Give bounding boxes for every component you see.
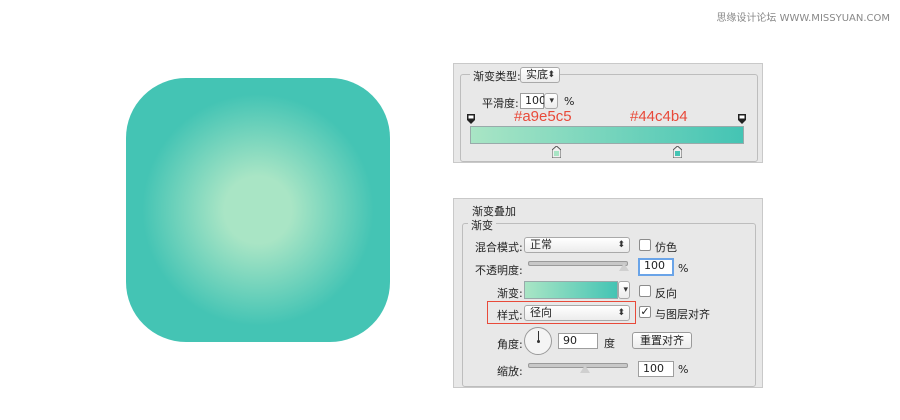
opacity-slider[interactable] [528,261,628,266]
scale-slider[interactable] [528,363,628,368]
scale-input[interactable]: 100 [638,361,674,377]
select-arrows-icon: ⬍ [617,240,625,250]
opacity-percent: % [678,262,689,275]
angle-input[interactable]: 90 [558,333,598,349]
opacity-label: 不透明度: [475,264,523,277]
start-color-hex: #a9e5c5 [514,108,572,125]
select-arrows-icon: ⬍ [617,308,625,318]
gradient-type-select[interactable]: 实底 ⬍ [520,67,560,83]
gradient-label: 渐变: [497,287,523,300]
angle-dial-center [537,340,540,343]
select-arrows-icon: ⬍ [547,70,555,80]
scale-percent: % [678,363,689,376]
blend-mode-label: 混合模式: [475,241,523,254]
watermark: 思缘设计论坛 WWW.MISSYUAN.COM [716,13,890,24]
align-layer-checkbox[interactable]: ✓ [639,306,651,318]
color-stop-start-icon[interactable] [552,146,561,158]
checkmark-icon: ✓ [640,305,650,318]
opacity-stop-left-icon[interactable] [467,114,475,124]
smoothness-dropdown[interactable]: ▾ [544,93,558,109]
gradient-overlay-panel: 渐变叠加 渐变 混合模式: 正常 ⬍ 仿色 不透明度: 100 % 渐变: ▾ … [453,198,763,388]
smoothness-input[interactable]: 100 [520,93,546,109]
align-layer-label: 与图层对齐 [655,308,710,321]
reverse-checkbox[interactable] [639,285,651,297]
scale-label: 缩放: [497,365,523,378]
angle-label: 角度: [497,338,523,351]
gradient-ramp[interactable] [470,126,744,144]
reset-alignment-button[interactable]: 重置对齐 [632,332,692,349]
opacity-input[interactable]: 100 [638,258,674,276]
angle-dial[interactable] [524,327,552,355]
scale-slider-knob[interactable] [580,365,590,373]
dither-checkbox[interactable] [639,239,651,251]
style-value: 径向 [530,306,552,319]
angle-unit: 度 [604,337,615,350]
opacity-stop-right-icon[interactable] [738,114,746,124]
blend-mode-value: 正常 [530,238,552,251]
color-stop-end-icon[interactable] [673,146,682,158]
opacity-slider-knob[interactable] [619,263,629,271]
style-label: 样式: [497,309,523,322]
style-select[interactable]: 径向 ⬍ [524,305,630,321]
gradient-type-group [460,74,758,162]
gradient-picker[interactable] [524,281,618,299]
end-color-hex: #44c4b4 [630,108,688,125]
gradient-editor-panel: 渐变类型: 实底 ⬍ 平滑度: 100 ▾ % #a9e5c5 #44c4b4 [453,63,763,163]
blend-mode-select[interactable]: 正常 ⬍ [524,237,630,253]
gradient-type-value: 实底 [526,68,548,81]
gradient-picker-dropdown[interactable]: ▾ [618,281,630,299]
gradient-section-label: 渐变 [468,217,496,233]
app-icon-preview [126,78,390,342]
chevron-down-icon: ▾ [623,285,628,295]
gradient-type-label: 渐变类型: [470,68,524,84]
dither-label: 仿色 [655,241,677,254]
smoothness-percent: % [564,95,575,108]
reverse-label: 反向 [655,287,677,300]
chevron-down-icon: ▾ [549,96,554,106]
